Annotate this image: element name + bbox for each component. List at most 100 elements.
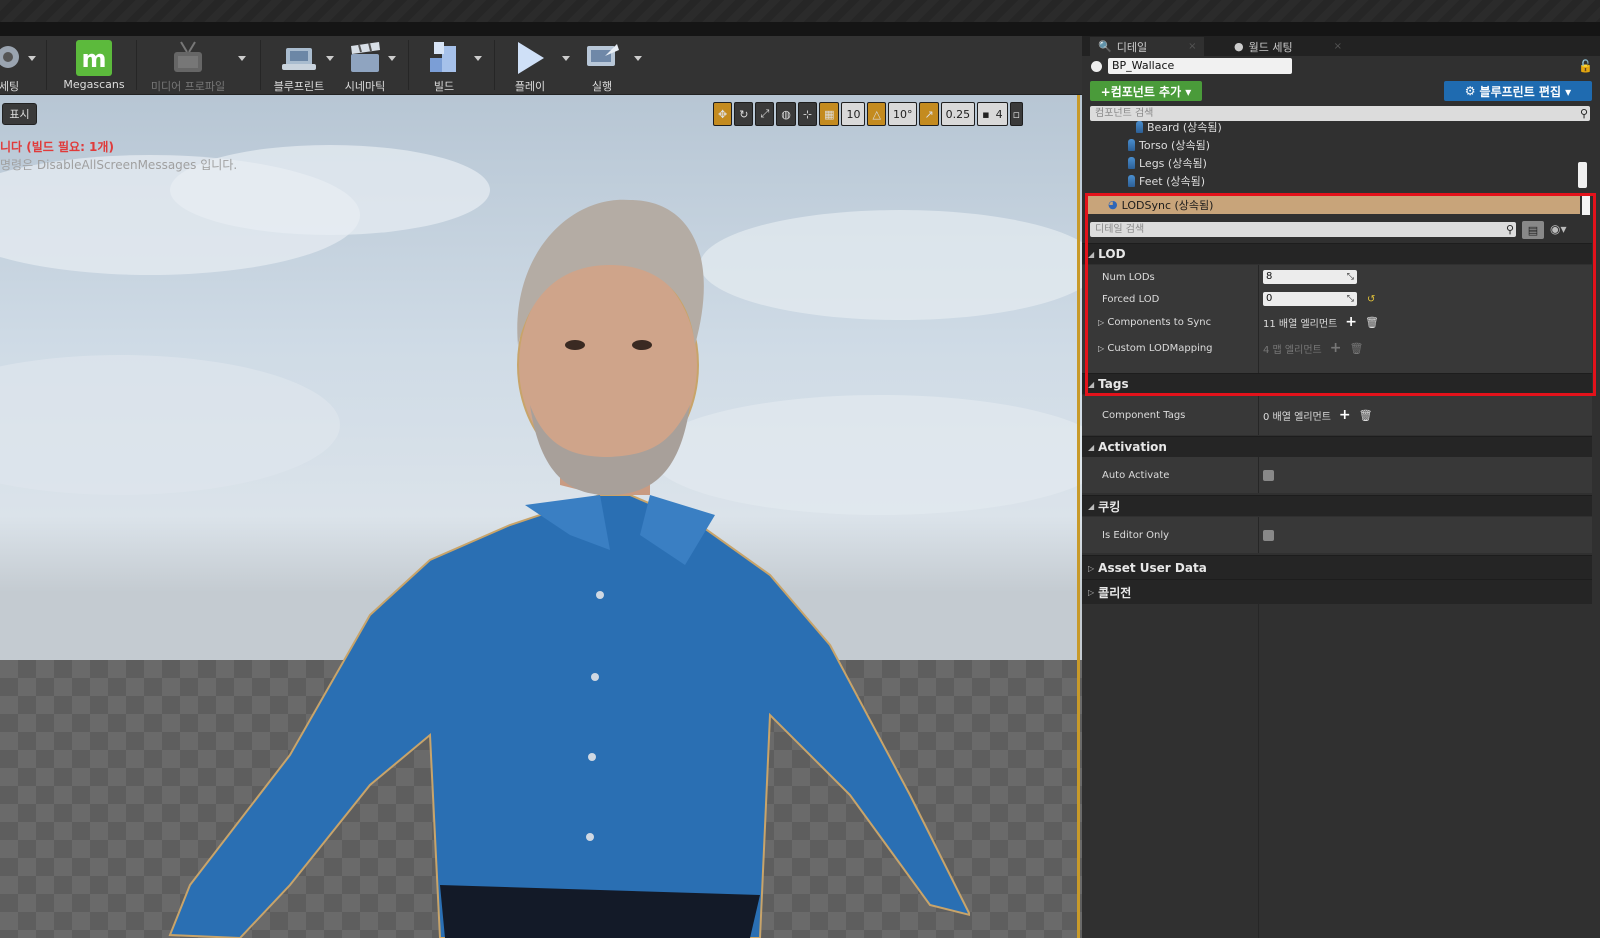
component-search-input[interactable]: 컴포넌트 검색 ⚲: [1090, 106, 1590, 121]
tree-item-legs[interactable]: Legs (상속됨): [1128, 155, 1207, 171]
build-warning-message: 니다 (빌드 필요: 1개): [0, 140, 114, 154]
main-toolbar: 세팅 m Megascans 미디어 프로파일 블루프린트 시네마틱 빌드 플레…: [0, 36, 1082, 95]
actor-name-row: BP_Wallace 🔓: [1082, 56, 1600, 78]
chevron-down-icon[interactable]: [28, 56, 36, 61]
rotation-snap-toggle[interactable]: △: [867, 102, 886, 126]
column-divider: [1258, 603, 1259, 938]
search-icon: ⚲: [1579, 107, 1588, 120]
surface-snap-toggle[interactable]: ⊹: [797, 102, 818, 126]
scale-arrow-icon: ↗: [924, 107, 934, 121]
camera-speed-value: 4: [995, 107, 1003, 121]
toolbar-divider: [494, 40, 495, 90]
chevron-down-icon[interactable]: [238, 56, 246, 61]
auto-activate-checkbox[interactable]: [1263, 469, 1274, 481]
grid-icon: ▦: [824, 107, 835, 121]
level-viewport[interactable]: 니다 (빌드 필요: 1개) 명령은 DisableAllScreenMessa…: [0, 95, 1082, 938]
megascans-button[interactable]: m Megascans: [58, 36, 130, 94]
scale-tool-button[interactable]: ⤢: [755, 102, 775, 126]
triangle-down-icon: ◢: [1088, 442, 1095, 452]
rotation-snap-value[interactable]: 10°: [887, 102, 918, 126]
toolbar-divider: [260, 40, 261, 90]
details-panel: 🔍 디테일 × ● 월드 세팅 × BP_Wallace 🔓 +컴포넌트 추가 …: [1082, 36, 1600, 938]
camera-speed-button[interactable]: ▪ 4: [977, 102, 1008, 126]
actor-name-field[interactable]: BP_Wallace: [1108, 58, 1292, 74]
chevron-down-icon[interactable]: [474, 56, 482, 61]
scale-snap-toggle[interactable]: ↗: [919, 102, 939, 126]
title-bar-divider: [0, 22, 1600, 36]
translate-tool-button[interactable]: ✥: [713, 102, 733, 126]
prop-component-tags: Component Tags 0 배열 엘리먼트 + 🗑: [1082, 395, 1592, 435]
chevron-down-icon[interactable]: [562, 56, 570, 61]
launch-button[interactable]: 실행: [574, 36, 630, 94]
skeletal-mesh-icon: [1128, 157, 1135, 169]
close-icon[interactable]: ×: [1334, 41, 1342, 52]
column-divider: [1258, 517, 1259, 553]
add-component-button[interactable]: +컴포넌트 추가 ▾: [1090, 81, 1202, 101]
svg-text:m: m: [81, 45, 106, 73]
play-icon: [511, 39, 549, 77]
component-tree: Beard (상속됨) Torso (상속됨) Legs (상속됨) Feet …: [1082, 120, 1600, 190]
lock-icon[interactable]: 🔓: [1578, 59, 1593, 73]
triangle-down-icon: ◢: [1088, 501, 1095, 511]
scale-snap-value[interactable]: 0.25: [940, 102, 976, 126]
angle-icon: △: [872, 107, 881, 121]
surface-snap-icon: ⊹: [802, 107, 813, 121]
show-button[interactable]: 표시: [2, 103, 37, 125]
globe-icon: ◍: [781, 107, 791, 121]
camera-icon: ▪: [982, 107, 990, 121]
character-mesh[interactable]: [130, 195, 970, 938]
trash-icon[interactable]: 🗑: [1359, 409, 1373, 422]
section-collision[interactable]: ▷ 콜리전: [1082, 579, 1592, 604]
maximize-viewport-button[interactable]: ▫: [1009, 102, 1024, 126]
prop-is-editor-only: Is Editor Only: [1082, 517, 1592, 553]
tree-item-torso[interactable]: Torso (상속됨): [1128, 137, 1210, 153]
megascans-icon: m: [75, 39, 113, 77]
screen-message-hint: 명령은 DisableAllScreenMessages 입니다.: [0, 158, 238, 172]
add-element-icon[interactable]: +: [1339, 407, 1351, 423]
viewport-tools: ✥ ↻ ⤢ ◍ ⊹ ▦ 10 △ 10° ↗ 0.25 ▪ 4 ▫: [713, 102, 1024, 126]
toolbar-divider: [46, 40, 47, 90]
move-icon: ✥: [718, 107, 728, 121]
prop-auto-activate: Auto Activate: [1082, 457, 1592, 493]
chevron-down-icon[interactable]: [634, 56, 642, 61]
gear-icon: ⚙: [1464, 84, 1476, 98]
section-asset-user-data[interactable]: ▷ Asset User Data: [1082, 555, 1592, 580]
is-editor-only-checkbox[interactable]: [1263, 529, 1274, 541]
tree-item-feet[interactable]: Feet (상속됨): [1128, 173, 1205, 189]
column-divider: [1258, 395, 1259, 435]
close-icon[interactable]: ×: [1188, 41, 1196, 52]
rotate-tool-button[interactable]: ↻: [734, 102, 754, 126]
triangle-right-icon: ▷: [1088, 563, 1095, 573]
tree-item-beard[interactable]: Beard (상속됨): [1136, 120, 1222, 135]
tab-details[interactable]: 🔍 디테일 ×: [1090, 37, 1205, 56]
world-local-toggle[interactable]: ◍: [776, 102, 796, 126]
chevron-down-icon[interactable]: [326, 56, 334, 61]
magnifier-icon: 🔍: [1098, 40, 1112, 53]
play-button[interactable]: 플레이: [504, 36, 556, 94]
media-profile-button[interactable]: 미디어 프로파일: [146, 36, 230, 94]
cinematic-button[interactable]: 시네마틱: [340, 36, 390, 94]
globe-icon: ●: [1234, 40, 1244, 53]
settings-button[interactable]: 세팅: [0, 36, 34, 94]
section-cooking[interactable]: ◢ 쿠킹: [1082, 495, 1592, 516]
edit-blueprint-button[interactable]: ⚙ 블루프린트 편집 ▾: [1444, 81, 1592, 101]
viewport-selection-border: [1077, 95, 1080, 938]
launch-icon: [583, 39, 621, 77]
build-cubes-icon: [425, 39, 463, 77]
panel-tab-bar: 🔍 디테일 × ● 월드 세팅 ×: [1082, 36, 1600, 56]
skeletal-mesh-icon: [1136, 121, 1143, 133]
blueprint-button[interactable]: 블루프린트: [268, 36, 330, 94]
scale-icon: ⤢: [760, 107, 770, 120]
chevron-down-icon[interactable]: [388, 56, 396, 61]
triangle-right-icon: ▷: [1088, 587, 1095, 597]
tree-scrollbar[interactable]: [1578, 162, 1587, 188]
visibility-icon[interactable]: [1091, 61, 1102, 72]
build-button[interactable]: 빌드: [420, 36, 468, 94]
grid-snap-toggle[interactable]: ▦: [819, 102, 840, 126]
section-activation[interactable]: ◢ Activation: [1082, 436, 1592, 457]
skeletal-mesh-icon: [1128, 175, 1135, 187]
maximize-icon: ▫: [1012, 107, 1021, 121]
skeletal-mesh-icon: [1128, 139, 1135, 151]
tab-world-settings[interactable]: ● 월드 세팅 ×: [1226, 37, 1350, 56]
grid-snap-value[interactable]: 10: [841, 102, 866, 126]
